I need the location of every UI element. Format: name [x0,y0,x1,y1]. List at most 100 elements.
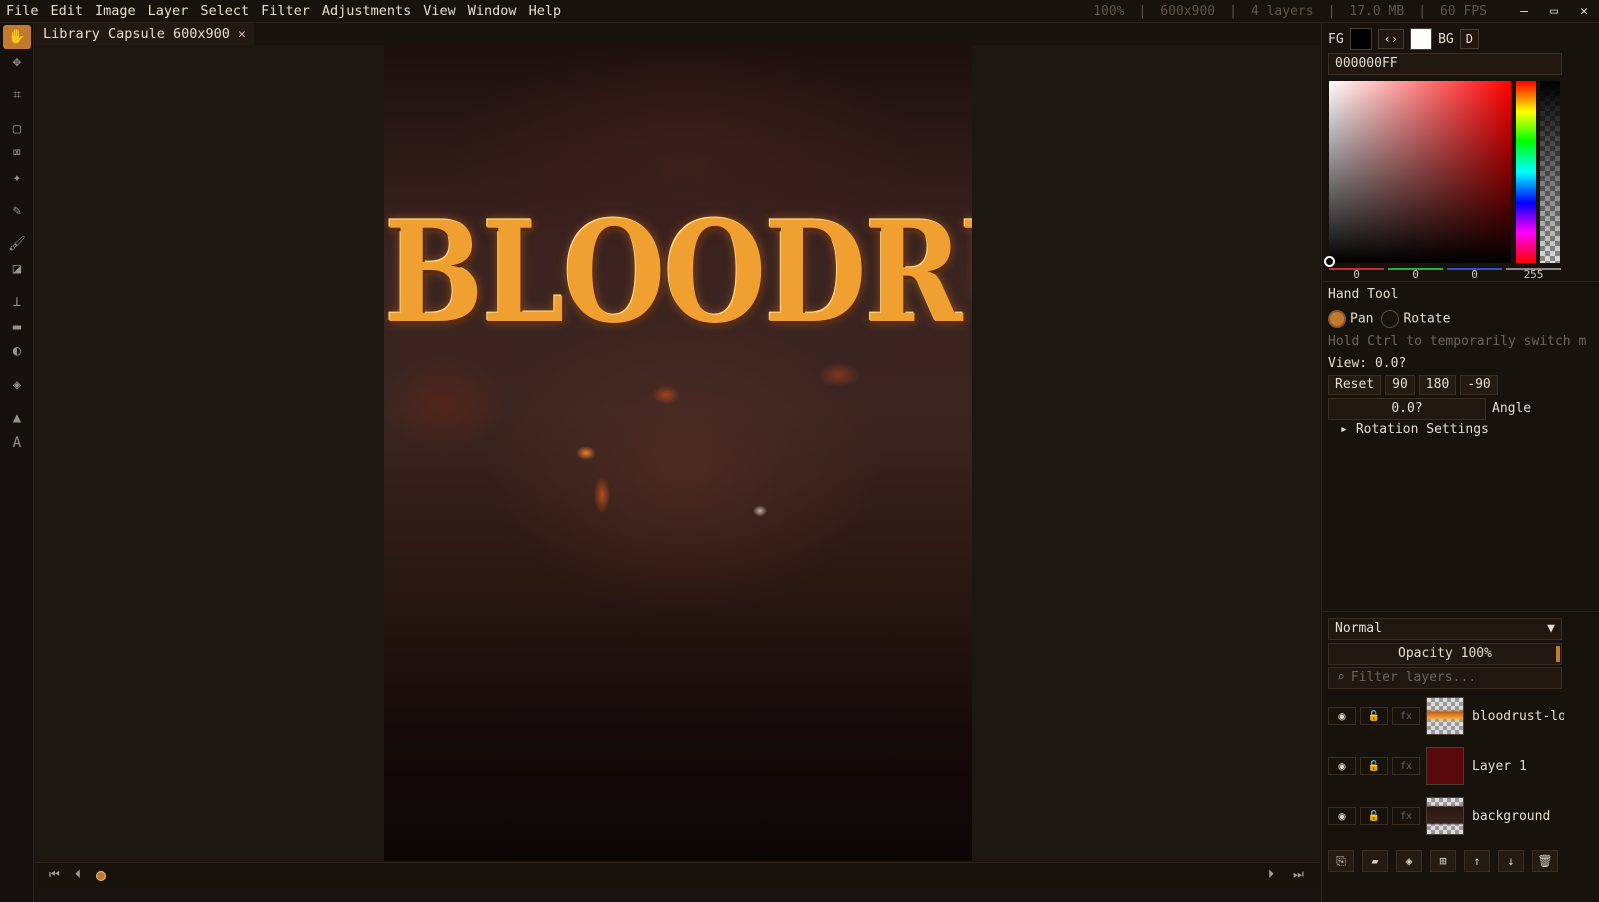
opacity-handle[interactable] [1556,646,1560,662]
transform-tool-icon[interactable]: ▢ [3,117,31,141]
move-down-arrow-icon[interactable]: ↓ [1498,850,1524,872]
visibility-eye-icon[interactable]: ◉ [1328,757,1356,775]
add-layer-icon[interactable]: ⊞ [1430,850,1456,872]
opacity-label: Opacity 100% [1398,646,1492,661]
timeline-bar: ⏮ ⏴ ⏵ ⏭ [35,862,1320,888]
visibility-eye-icon[interactable]: ◉ [1328,707,1356,725]
new-layer-from-file-icon[interactable]: ⎘ [1328,850,1354,872]
lock-icon[interactable]: 🔓 [1360,707,1388,725]
menu-file[interactable]: File [0,0,45,23]
frame-marker[interactable] [96,871,106,881]
document-tab[interactable]: Library Capsule 600x900 ✕ [35,23,254,45]
rotate-radio[interactable]: Rotate [1381,310,1450,328]
last-frame-icon[interactable]: ⏭ [1293,867,1304,882]
bg-swatch[interactable] [1410,28,1433,50]
close-button[interactable]: ✕ [1569,0,1599,23]
fg-swatch[interactable] [1349,28,1372,50]
document-canvas[interactable]: BLOODRUST [384,45,972,861]
layer-row[interactable]: ◉ 🔓 fx background [1328,792,1599,840]
angle-input[interactable]: 0.0? [1328,398,1486,420]
layer-name[interactable]: Layer 1 [1472,759,1564,774]
shape-icon[interactable]: ▲ [3,406,31,430]
hex-input[interactable]: 000000FF [1328,53,1562,75]
canvas-viewport[interactable]: BLOODRUST [35,45,1320,861]
hand-tool-icon[interactable]: ✋ [3,25,31,49]
rotation-settings-expander[interactable]: ▸ Rotation Settings [1340,422,1489,437]
minimize-button[interactable]: — [1509,0,1539,23]
gradient-icon[interactable]: ▬ [3,315,31,339]
maximize-button[interactable]: ▭ [1539,0,1569,23]
next-frame-icon[interactable]: ⏵ [1268,867,1274,882]
fg-label: FG [1328,31,1344,47]
menu-help[interactable]: Help [523,0,568,23]
dodge-icon[interactable]: ◐ [3,339,31,363]
layer-actions-bar: ⎘ ▰ ◈ ⊞ ↑ ↓ 🗑 [1328,850,1558,872]
menu-select[interactable]: Select [194,0,255,23]
fx-button[interactable]: fx [1392,757,1420,775]
alpha-value[interactable]: 255 [1506,268,1561,280]
opacity-slider[interactable]: Opacity 100% [1328,643,1562,665]
fx-button[interactable]: fx [1392,707,1420,725]
text-tool-icon[interactable]: A [3,431,31,455]
blend-mode-select[interactable]: Normal ▼ [1328,618,1562,640]
menu-window[interactable]: Window [462,0,523,23]
menu-edit[interactable]: Edit [45,0,90,23]
close-icon[interactable]: ✕ [238,27,246,42]
menu-view[interactable]: View [417,0,462,23]
lock-icon[interactable]: 🔓 [1360,757,1388,775]
tool-options-title: Hand Tool [1328,287,1399,302]
green-value[interactable]: 0 [1388,268,1443,280]
layer-row[interactable]: ◉ 🔓 fx Layer 1 [1328,742,1599,790]
status-memory: 17.0 MB [1349,4,1405,19]
color-picker-cursor[interactable] [1324,256,1335,267]
menu-filter[interactable]: Filter [255,0,316,23]
rotate-90-button[interactable]: 90 [1385,375,1415,395]
menu-bar: File Edit Image Layer Select Filter Adju… [0,0,1599,23]
saturation-value-picker[interactable] [1329,81,1511,263]
mode-radio-group: Pan Rotate [1328,310,1450,328]
eyedropper-icon[interactable]: ✎ [3,199,31,223]
fx-button[interactable]: fx [1392,807,1420,825]
layer-row[interactable]: ◉ 🔓 fx bloodrust-log [1328,692,1599,740]
capsule-logo-text: BLOODRUST [384,190,972,355]
first-frame-icon[interactable]: ⏮ [49,867,60,882]
layer-filter-placeholder: Filter layers... [1350,670,1477,685]
angle-label: Angle [1492,401,1532,416]
crop-tool-icon[interactable]: ⌗ [3,83,31,107]
move-up-arrow-icon[interactable]: ↑ [1464,850,1490,872]
blue-value[interactable]: 0 [1447,268,1502,280]
move-tool-icon[interactable]: ✥ [3,50,31,74]
rotate-label: Rotate [1403,311,1451,327]
red-value[interactable]: 0 [1329,268,1384,280]
rotation-settings-label: Rotation Settings [1355,422,1489,437]
lock-icon[interactable]: 🔓 [1360,807,1388,825]
alpha-slider[interactable] [1540,81,1560,263]
stamp-icon[interactable]: ⊥ [3,290,31,314]
new-group-folder-icon[interactable]: ▰ [1362,850,1388,872]
view-angle-readout: View: 0.0? [1328,356,1407,371]
reset-button[interactable]: Reset [1328,375,1382,395]
divider [1322,281,1599,282]
rotate-neg90-button[interactable]: -90 [1460,375,1498,395]
delete-trash-icon[interactable]: 🗑 [1532,850,1558,872]
default-colors-button[interactable]: D [1459,29,1479,49]
brush-icon[interactable]: 🖌 [3,232,31,256]
eraser-icon[interactable]: ◪ [3,257,31,281]
status-sep: | [1229,4,1237,19]
fill-bucket-icon[interactable]: ◈ [3,373,31,397]
mask-shield-icon[interactable]: ◈ [1396,850,1422,872]
menu-image[interactable]: Image [89,0,142,23]
perspective-tool-icon[interactable]: ⌧ [3,141,31,165]
hue-slider[interactable] [1516,81,1536,263]
layer-name[interactable]: background [1472,809,1564,824]
prev-frame-icon[interactable]: ⏴ [75,867,81,882]
magic-wand-icon[interactable]: ✦ [3,166,31,190]
layer-name[interactable]: bloodrust-log [1472,709,1564,724]
menu-adjustments[interactable]: Adjustments [316,0,417,23]
layer-filter-input[interactable]: ⌕ Filter layers... [1328,667,1562,689]
pan-radio[interactable]: Pan [1328,310,1373,328]
menu-layer[interactable]: Layer [142,0,195,23]
rotate-180-button[interactable]: 180 [1418,375,1457,395]
swap-colors-button[interactable]: ‹› [1377,29,1405,49]
visibility-eye-icon[interactable]: ◉ [1328,807,1356,825]
